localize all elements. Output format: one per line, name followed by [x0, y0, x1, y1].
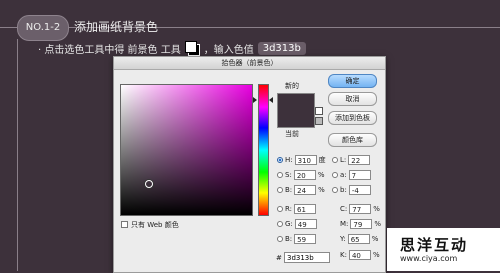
left-rail	[17, 39, 18, 271]
color-picker-cursor[interactable]	[145, 180, 153, 188]
step-title: 添加画纸背景色	[74, 20, 159, 34]
label-g: G:	[285, 219, 293, 228]
input-m[interactable]: 79	[350, 218, 373, 229]
input-h[interactable]: 310	[294, 154, 317, 165]
input-lab-b[interactable]: -4	[348, 184, 371, 195]
label-blue: B:	[285, 234, 293, 243]
input-y[interactable]: 65	[347, 233, 370, 244]
field-row-blue: B: 59	[277, 233, 318, 244]
watermark-name: 思洋互动	[400, 236, 469, 254]
unit-b: %	[318, 185, 325, 194]
field-row-k: K: 40 %	[340, 249, 380, 260]
unit-h: 度	[318, 155, 326, 164]
unit-k: %	[372, 250, 380, 259]
label-a: a:	[340, 170, 347, 179]
step-badge: NO.1-2	[17, 15, 69, 41]
label-k: K:	[340, 250, 347, 259]
field-row-y: Y: 65 %	[340, 233, 378, 244]
color-preview-swatch	[277, 93, 315, 128]
new-color-label: 新的	[285, 82, 299, 90]
unit-c: %	[373, 204, 380, 213]
hex-prefix: #	[276, 254, 282, 262]
field-row-c: C: 77 %	[340, 203, 380, 214]
radio-g[interactable]	[277, 220, 283, 227]
input-a[interactable]: 7	[348, 169, 371, 180]
label-m: M:	[340, 219, 349, 228]
label-s: S:	[285, 170, 292, 179]
color-libraries-button[interactable]: 颜色库	[328, 133, 377, 147]
radio-s[interactable]	[277, 171, 283, 178]
web-only-row: 只有 Web 颜色	[121, 219, 179, 230]
watermark-url: www.ciya.com	[400, 254, 458, 263]
radio-l[interactable]	[332, 156, 338, 163]
watermark: 思洋互动 www.ciya.com	[387, 228, 500, 271]
input-b[interactable]: 24	[294, 184, 317, 195]
hue-slider-arrow-left[interactable]	[253, 97, 257, 103]
unit-m: %	[374, 219, 382, 228]
radio-r[interactable]	[277, 205, 283, 212]
input-l[interactable]: 22	[348, 154, 371, 165]
current-color-label: 当前	[285, 130, 299, 138]
web-only-label: 只有 Web 颜色	[131, 220, 179, 229]
field-row-m: M: 79 %	[340, 218, 381, 229]
input-s[interactable]: 20	[293, 169, 316, 180]
label-c: C:	[340, 204, 348, 213]
dialog-title: 拾色器（前景色）	[114, 57, 385, 70]
unit-s: %	[317, 170, 325, 179]
label-h: H:	[285, 155, 293, 164]
label-y: Y:	[340, 234, 346, 243]
instruction-line: · 点击选色工具中得 前景色 工具 ，输入色值 3d313b	[38, 41, 306, 56]
field-row-h: H: 310 度	[277, 154, 326, 165]
color-picker-dialog: 拾色器（前景色） 新的 当前 确定 取消 添加到色板 颜色库 H: 310 度 …	[113, 56, 386, 273]
radio-b[interactable]	[277, 186, 283, 193]
input-r[interactable]: 61	[294, 203, 317, 214]
add-to-swatches-button[interactable]: 添加到色板	[328, 111, 377, 125]
input-blue[interactable]: 59	[294, 233, 317, 244]
saturation-brightness-field[interactable]	[120, 84, 253, 216]
radio-a[interactable]	[332, 171, 338, 178]
label-b: B:	[285, 185, 293, 194]
web-only-checkbox[interactable]	[121, 221, 128, 228]
hex-value-chip: 3d313b	[257, 42, 306, 55]
field-row-r: R: 61	[277, 203, 318, 214]
gamut-cube-icon[interactable]	[315, 117, 323, 125]
field-row-g: G: 49	[277, 218, 319, 229]
instruction-text-2: ，输入色值	[203, 45, 254, 56]
unit-y: %	[371, 234, 379, 243]
hue-slider[interactable]	[258, 84, 269, 216]
input-k[interactable]: 40	[348, 249, 371, 260]
ok-button[interactable]: 确定	[328, 74, 377, 88]
hue-slider-arrow-right[interactable]	[269, 97, 273, 103]
label-l: L:	[340, 155, 347, 164]
field-row-b: B: 24 %	[277, 184, 325, 195]
radio-blue[interactable]	[277, 235, 283, 242]
field-row-s: S: 20 %	[277, 169, 324, 180]
input-c[interactable]: 77	[349, 203, 372, 214]
instruction-text: · 点击选色工具中得 前景色 工具	[38, 45, 181, 56]
field-row-lab-b: b: -4	[332, 184, 373, 195]
label-lab-b: b:	[340, 185, 347, 194]
foreground-background-color-icon	[184, 41, 200, 56]
cancel-button[interactable]: 取消	[328, 92, 377, 106]
hex-input[interactable]: 3d313b	[284, 252, 330, 263]
label-r: R:	[285, 204, 293, 213]
web-safe-icon[interactable]	[315, 107, 323, 115]
field-row-l: L: 22	[332, 154, 372, 165]
radio-h[interactable]	[277, 156, 283, 163]
radio-lab-b[interactable]	[332, 186, 338, 193]
input-g[interactable]: 49	[294, 218, 317, 229]
gamut-warning-icons[interactable]	[315, 107, 323, 125]
field-row-a: a: 7	[332, 169, 373, 180]
